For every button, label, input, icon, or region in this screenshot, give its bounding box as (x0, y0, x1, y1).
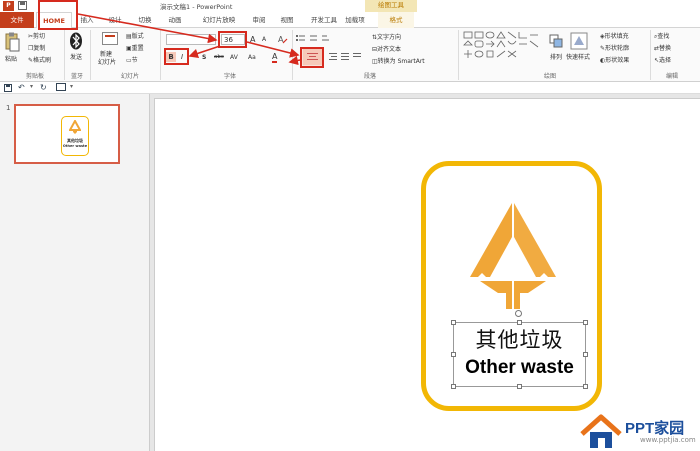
watermark-url: www.pptjia.com (640, 436, 696, 444)
sign-title-chinese[interactable]: 其他垃圾 (453, 324, 586, 354)
sign-title-english[interactable]: Other waste (453, 357, 586, 379)
resize-handle[interactable] (583, 384, 588, 389)
thumbnail-recycle-icon (68, 118, 82, 136)
resize-handle[interactable] (451, 384, 456, 389)
powerpoint-window: P 演示文稿1 - PowerPoint 绘图工具 文件 HOME 插入 设计 … (0, 0, 700, 451)
pptjia-house-logo (578, 414, 624, 451)
annotation-arrows (0, 0, 700, 122)
resize-handle[interactable] (517, 384, 522, 389)
thumbnail-en: Other waste (62, 144, 88, 148)
recycle-triangle-icon[interactable] (456, 197, 570, 313)
rotate-handle[interactable] (515, 310, 522, 317)
watermark-brand: PPT家园 (625, 420, 685, 437)
